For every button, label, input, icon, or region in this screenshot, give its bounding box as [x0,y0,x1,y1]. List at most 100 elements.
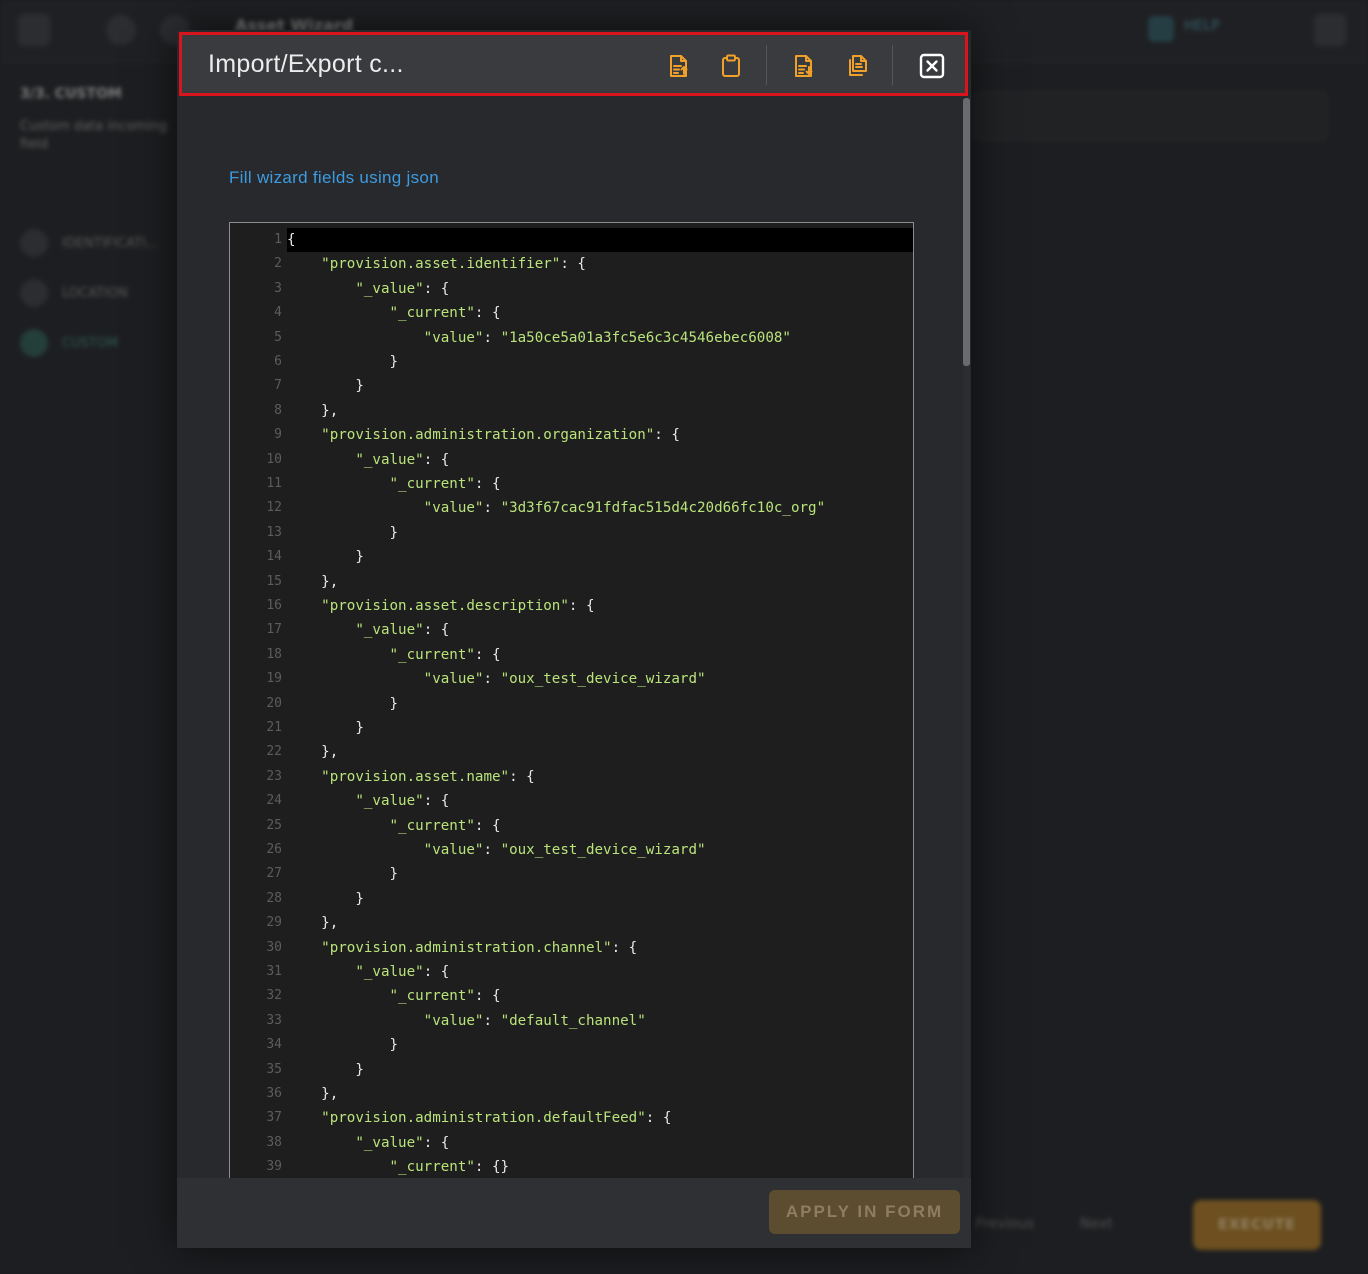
line-number: 20 [266,695,282,711]
line-number: 25 [266,817,282,833]
code-line[interactable]: 25 "_current": { [230,814,913,838]
code-text: "_value": { [287,618,913,642]
line-number: 23 [266,768,282,784]
code-line[interactable]: 10 "_value": { [230,448,913,472]
code-text: "value": "3d3f67cac91fdfac515d4c20d66fc1… [287,496,913,520]
copy-button[interactable] [844,53,870,79]
code-line[interactable]: 30 "provision.administration.channel": { [230,936,913,960]
json-punctuation: : { [423,622,450,639]
code-line[interactable]: 21 } [230,716,913,740]
previous-button[interactable]: Previous [975,1216,1034,1232]
json-punctuation: } [355,1061,364,1078]
code-line[interactable]: 9 "provision.administration.organization… [230,423,913,447]
code-line[interactable]: 5 "value": "1a50ce5a01a3fc5e6c3c4546ebec… [230,326,913,350]
code-line[interactable]: 22 }, [230,740,913,764]
help-label[interactable]: HELP [1184,18,1220,34]
line-number: 38 [266,1134,282,1150]
code-line[interactable]: 17 "_value": { [230,618,913,642]
json-punctuation: } [389,695,399,712]
code-line[interactable]: 7 } [230,374,913,398]
code-line[interactable]: 16 "provision.asset.description": { [230,594,913,618]
json-key: "value" [423,842,484,858]
code-text: }, [287,740,913,764]
import-file-button[interactable] [666,53,692,79]
code-text: } [287,862,913,886]
code-line[interactable]: 39 "_current": {} [230,1155,913,1178]
apply-in-form-button[interactable]: APPLY IN FORM [769,1190,960,1234]
code-line[interactable]: 23 "provision.asset.name": { [230,765,913,789]
step-location[interactable]: LOCATION [20,278,128,308]
menu-icon[interactable] [18,14,50,46]
code-line[interactable]: 37 "provision.administration.defaultFeed… [230,1106,913,1130]
json-punctuation: : { [509,768,535,785]
fill-wizard-link[interactable]: Fill wizard fields using json [229,168,439,188]
json-key: "_value" [355,622,424,639]
line-number: 33 [266,1012,282,1028]
code-line[interactable]: 26 "value": "oux_test_device_wizard" [230,838,913,862]
help-icon[interactable] [1148,16,1174,42]
line-number: 16 [266,598,282,613]
code-line[interactable]: 13 } [230,521,913,545]
code-line[interactable]: 28 } [230,887,913,911]
code-line[interactable]: 29 }, [230,911,913,935]
execute-button[interactable]: EXECUTE [1193,1200,1321,1250]
line-number: 28 [266,890,282,906]
code-line[interactable]: 4 "_current": { [230,301,913,325]
code-line[interactable]: 32 "_current": { [230,984,913,1008]
modal-scrollbar[interactable] [963,98,970,1178]
code-line[interactable]: 11 "_current": { [230,472,913,496]
user-avatar[interactable] [1314,14,1346,46]
back-icon[interactable] [106,15,136,45]
code-text: } [287,692,913,716]
code-line[interactable]: 12 "value": "3d3f67cac91fdfac515d4c20d66… [230,496,913,520]
code-line[interactable]: 24 "_value": { [230,789,913,813]
code-line[interactable]: 36 }, [230,1082,913,1106]
code-text: "provision.asset.identifier": { [287,252,913,276]
code-text: }, [287,1082,913,1106]
line-number: 14 [266,549,282,565]
code-line[interactable]: 8 }, [230,399,913,423]
step-custom[interactable]: CUSTOM [20,328,118,358]
line-number: 19 [266,671,282,687]
code-line[interactable]: 20 } [230,692,913,716]
code-line[interactable]: 33 "value": "default_channel" [230,1009,913,1033]
next-button[interactable]: Next [1080,1216,1113,1232]
close-button[interactable] [918,52,946,80]
code-line[interactable]: 35 } [230,1058,913,1082]
code-line[interactable]: 31 "_value": { [230,960,913,984]
code-text: }, [287,911,913,935]
code-text: "_value": { [287,277,913,301]
line-number: 39 [266,1159,282,1175]
code-line[interactable]: 3 "_value": { [230,277,913,301]
code-line[interactable]: 34 } [230,1033,913,1057]
code-line[interactable]: 18 "_current": { [230,643,913,667]
custom-field[interactable] [975,92,1327,140]
code-line[interactable]: 14 } [230,545,913,569]
clipboard-icon [722,54,740,77]
header-divider [892,45,893,85]
code-line[interactable]: 19 "value": "oux_test_device_wizard" [230,667,913,691]
paste-clipboard-button[interactable] [718,53,744,79]
code-line[interactable]: 38 "_value": { [230,1131,913,1155]
json-editor[interactable]: 1{2 "provision.asset.identifier": {3 "_v… [229,222,914,1178]
json-punctuation: : { [654,427,680,444]
export-file-button[interactable] [791,53,817,79]
line-number: 29 [266,915,282,931]
json-punctuation: }, [321,573,339,590]
step-identification[interactable]: IDENTIFICATI... [20,228,158,258]
scrollbar-thumb[interactable] [963,98,970,366]
code-line[interactable]: 2 "provision.asset.identifier": { [230,252,913,276]
code-line[interactable]: 1{ [230,228,913,253]
json-key: "value" [423,500,484,517]
code-text: } [287,521,913,545]
code-line[interactable]: 15 }, [230,570,913,594]
json-key: "provision.asset.name" [321,768,510,785]
code-line[interactable]: 6 } [230,350,913,374]
code-line[interactable]: 27 } [230,862,913,886]
json-punctuation: } [389,1037,399,1054]
line-number: 31 [266,964,282,979]
